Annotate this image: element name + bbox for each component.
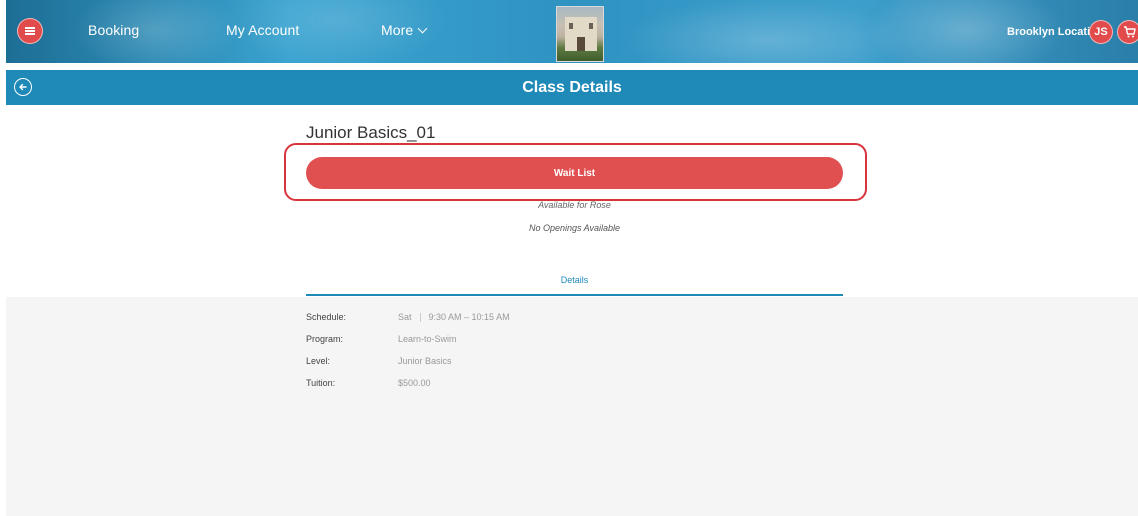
page-title-bar: Class Details bbox=[6, 70, 1138, 105]
top-nav-bar: Booking My Account More Brooklyn Locatio… bbox=[6, 0, 1138, 65]
level-value: Junior Basics bbox=[398, 356, 452, 366]
schedule-time: 9:30 AM – 10:15 AM bbox=[428, 312, 510, 322]
schedule-day: Sat bbox=[398, 312, 412, 322]
details-panel bbox=[6, 297, 1138, 516]
cart-icon bbox=[1123, 26, 1136, 38]
tab-details[interactable]: Details bbox=[306, 270, 843, 296]
schedule-label: Schedule: bbox=[306, 312, 347, 322]
header-divider bbox=[6, 63, 1138, 65]
logo-door bbox=[577, 37, 585, 51]
cart-button[interactable] bbox=[1117, 20, 1138, 44]
level-label: Level: bbox=[306, 356, 331, 366]
detail-row-tuition: Tuition: $500.00 bbox=[306, 378, 431, 388]
openings-status-text: No Openings Available bbox=[528, 223, 621, 233]
schedule-value: Sat 9:30 AM – 10:15 AM bbox=[398, 312, 510, 323]
menu-icon bbox=[25, 27, 35, 35]
class-name-heading: Junior Basics_01 bbox=[306, 123, 436, 142]
wait-list-button[interactable]: Wait List bbox=[306, 157, 843, 189]
nav-more-dropdown[interactable]: More bbox=[381, 22, 428, 38]
nav-more-label: More bbox=[381, 22, 414, 38]
nav-my-account-link[interactable]: My Account bbox=[226, 22, 299, 38]
logo-window bbox=[589, 23, 593, 29]
tuition-value: $500.00 bbox=[398, 378, 431, 388]
back-button[interactable] bbox=[14, 78, 32, 96]
arrow-left-icon bbox=[19, 83, 27, 91]
logo-window bbox=[569, 23, 573, 29]
hamburger-menu-button[interactable] bbox=[17, 18, 43, 44]
facility-logo[interactable] bbox=[556, 6, 604, 62]
nav-booking-link[interactable]: Booking bbox=[88, 22, 139, 38]
detail-row-program: Program: Learn-to-Swim bbox=[306, 334, 457, 344]
schedule-separator bbox=[419, 313, 421, 323]
chevron-down-icon bbox=[417, 23, 428, 33]
detail-row-level: Level: Junior Basics bbox=[306, 356, 452, 366]
detail-row-schedule: Schedule: Sat 9:30 AM – 10:15 AM bbox=[306, 312, 510, 323]
page-title: Class Details bbox=[522, 78, 622, 96]
program-value: Learn-to-Swim bbox=[398, 334, 457, 344]
tuition-label: Tuition: bbox=[306, 378, 336, 388]
user-avatar-button[interactable]: JS bbox=[1089, 20, 1113, 44]
program-label: Program: bbox=[306, 334, 344, 344]
availability-text: Available for Rose bbox=[538, 200, 611, 210]
